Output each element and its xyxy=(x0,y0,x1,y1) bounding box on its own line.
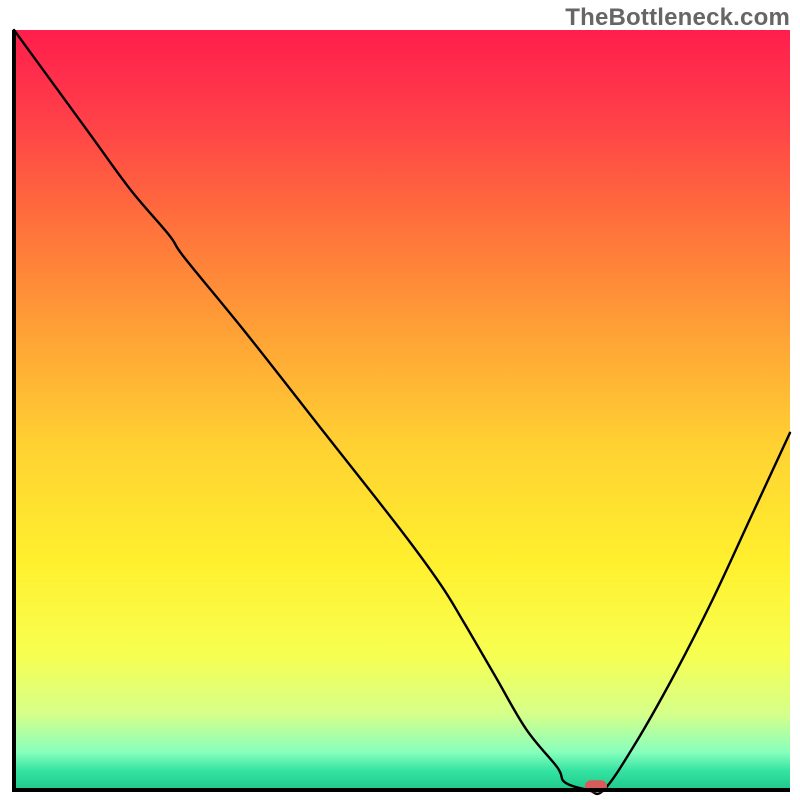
watermark-label: TheBottleneck.com xyxy=(565,4,790,32)
plot-svg xyxy=(0,0,800,800)
bottleneck-chart: TheBottleneck.com xyxy=(0,0,800,800)
